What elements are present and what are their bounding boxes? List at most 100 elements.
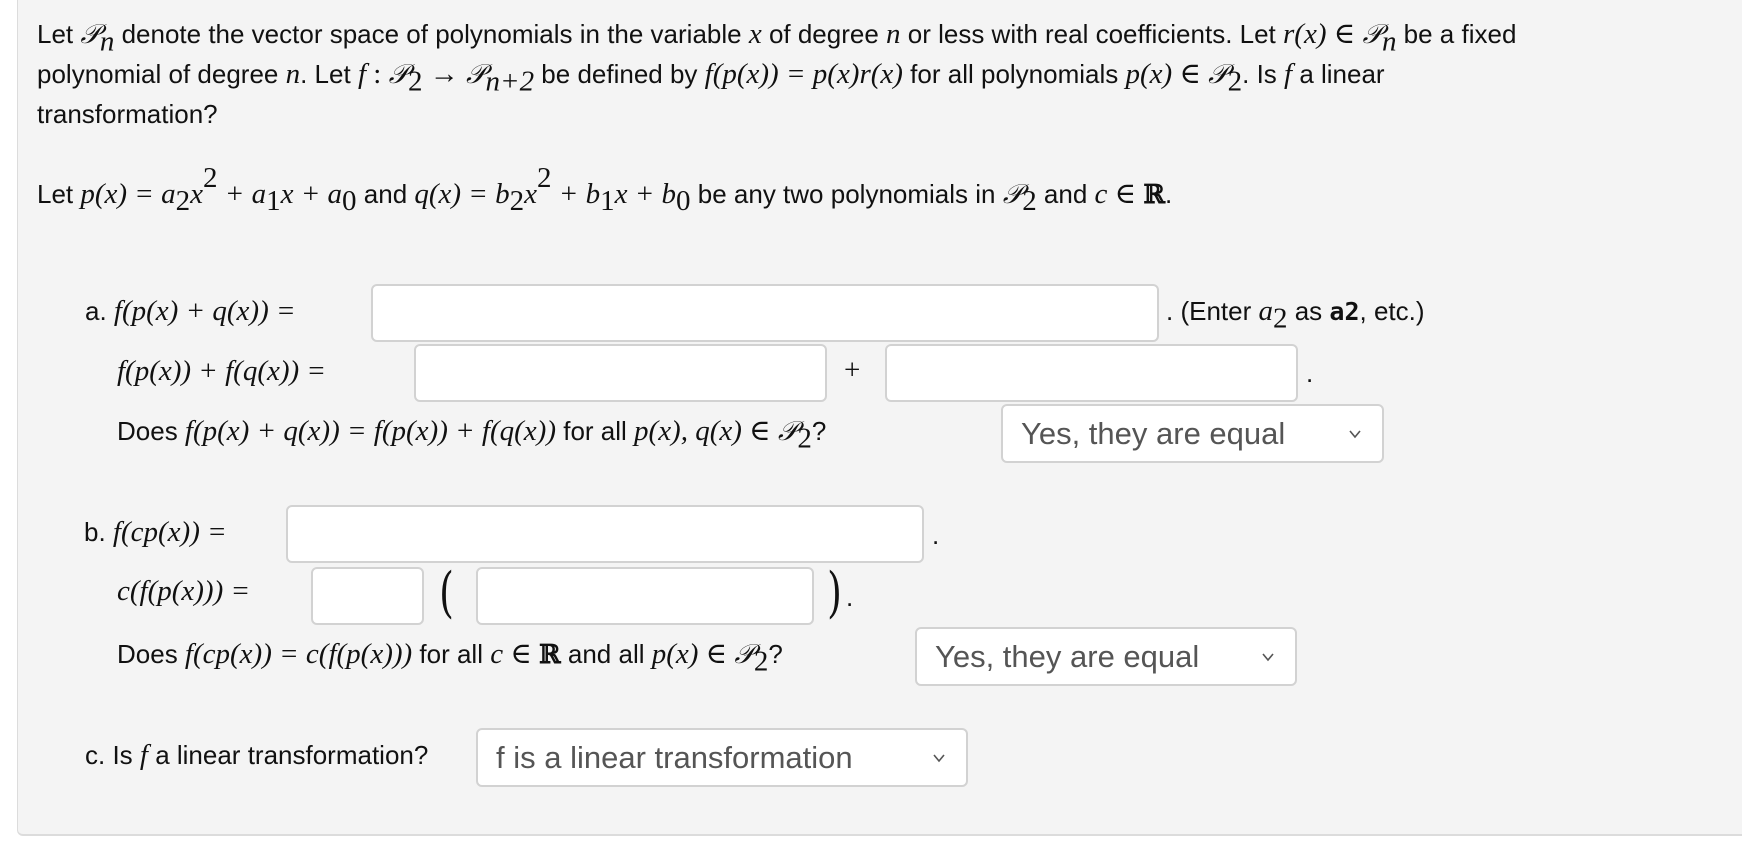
f-of-p-times-c-input[interactable] <box>476 567 814 625</box>
text: and <box>356 178 415 209</box>
math-subscript: 2 <box>753 645 769 678</box>
math-var: x <box>190 177 204 210</box>
math-var: x <box>748 18 762 50</box>
enter-hint: . (Enter a2 as a2, etc.) <box>1166 295 1425 333</box>
math-var: c <box>1094 177 1108 210</box>
math-subscript: n <box>1381 25 1397 58</box>
text: as <box>1287 296 1330 326</box>
math-expr: f(p(x) + q(x)) = <box>113 295 296 327</box>
math-expr: p(x), q(x) <box>634 415 742 447</box>
math-op: ∈ <box>698 638 735 670</box>
math-op: ∈ <box>1107 177 1144 210</box>
math-exponent: 2 <box>203 162 218 194</box>
text: for all polynomials <box>902 59 1126 89</box>
period: . <box>1306 358 1314 388</box>
intro-line-2: polynomial of degree n. Let f : 𝒫2 → 𝒫n+… <box>37 58 1385 96</box>
math-expr: f(cp(x)) = <box>112 516 227 548</box>
math-op: ∈ <box>503 638 540 670</box>
linear-transformation-select[interactable]: f is a linear transformation <box>476 728 968 787</box>
math-symbol: 𝒫 <box>1362 19 1382 50</box>
math-symbol: 𝒫 <box>466 59 486 90</box>
part-b-question: Does f(cp(x)) = c(f(p(x))) for all c ∈ ℝ… <box>117 638 783 676</box>
math-subscript: n <box>99 25 115 58</box>
part-c-question: c. Is f a linear transformation? <box>85 740 428 770</box>
part-c-label: c. Is <box>85 740 140 770</box>
math-expr: p(x) <box>1125 58 1173 90</box>
math-op: ∈ <box>1172 58 1209 90</box>
part-b-lhs: b. f(cp(x)) = <box>84 517 227 547</box>
right-paren: ) <box>827 561 842 624</box>
math-symbol: 𝒫 <box>1208 59 1228 90</box>
text: Does <box>117 639 185 669</box>
text: Let <box>37 19 81 49</box>
intro-line-3: transformation? <box>37 99 218 129</box>
math-expr: + a <box>217 177 267 210</box>
math-exponent: 2 <box>537 162 552 194</box>
math-op: → <box>422 58 467 90</box>
math-var: f <box>1284 58 1293 90</box>
plus-sign: + <box>844 354 861 386</box>
text: Let <box>37 178 81 209</box>
text: . Let <box>300 59 358 89</box>
setup-line: Let p(x) = a2x2 + a1x + a0 and q(x) = b2… <box>37 164 1172 216</box>
math-expr: x + a <box>280 177 343 210</box>
math-expr: r(x) <box>1283 18 1327 50</box>
math-var: f <box>357 58 366 90</box>
period: . <box>932 520 940 550</box>
math-symbol: 𝒫 <box>1002 178 1023 210</box>
math-subscript: 2 <box>1227 65 1243 98</box>
math-subscript: 0 <box>342 185 357 218</box>
math-symbol: 𝒫 <box>388 59 409 90</box>
math-subscript: 1 <box>266 185 281 218</box>
part-a-question: Does f(p(x) + q(x)) = f(p(x)) + f(q(x)) … <box>117 415 826 453</box>
math-var: x <box>524 177 538 210</box>
math-var: c <box>490 638 504 670</box>
text: for all <box>412 639 491 669</box>
c-times-f-lhs: c(f(p(x))) = <box>117 576 250 606</box>
math-var: a <box>1258 295 1273 327</box>
math-subscript: 2 <box>1022 185 1037 218</box>
additivity-select[interactable]: Yes, they are equal <box>1001 404 1384 463</box>
f-of-p-input[interactable] <box>414 344 827 402</box>
part-a-label: a. <box>85 296 114 326</box>
f-of-sum-input[interactable] <box>371 284 1159 342</box>
text: for all <box>556 416 635 446</box>
math-expr: f(p(x) + q(x)) = f(p(x)) + f(q(x)) <box>184 415 556 447</box>
math-expr: + b <box>551 177 601 210</box>
f-of-cp-input[interactable] <box>286 505 924 563</box>
text: Does <box>117 416 185 446</box>
text: and <box>1036 178 1095 209</box>
homogeneity-select[interactable]: Yes, they are equal <box>915 627 1297 686</box>
math-var: f <box>139 739 148 771</box>
text: a linear <box>1292 59 1385 89</box>
text: be any two polynomials in <box>690 178 1003 209</box>
select-value: Yes, they are equal <box>1021 415 1286 451</box>
math-op: ∈ <box>1326 18 1363 50</box>
math-subscript: 2 <box>509 185 525 218</box>
part-b-label: b. <box>84 517 113 547</box>
scalar-input[interactable] <box>311 567 424 625</box>
text: and all <box>560 639 652 669</box>
math-symbol: 𝒫 <box>734 639 754 670</box>
select-value: f is a linear transformation <box>496 739 853 775</box>
math-subscript: 0 <box>676 185 691 218</box>
text: a linear transformation? <box>147 740 429 770</box>
math-expr: c(f(p(x))) = <box>117 575 251 607</box>
period: . <box>846 582 854 612</box>
math-symbol: ℝ <box>1143 179 1165 210</box>
text: . Is <box>1242 59 1285 89</box>
math-symbol: 𝒫 <box>777 416 798 447</box>
select-value: Yes, they are equal <box>935 638 1200 674</box>
math-subscript: n+2 <box>485 65 535 98</box>
hint-example: a2 <box>1329 297 1360 326</box>
math-subscript: 2 <box>797 422 812 455</box>
math-expr: f(p(x)) = p(x)r(x) <box>704 58 903 90</box>
math-expr: p(x) = a <box>80 177 176 210</box>
left-paren: ( <box>439 561 454 624</box>
math-expr: p(x) <box>651 638 699 670</box>
text: . (Enter <box>1166 296 1259 326</box>
f-of-q-input[interactable] <box>885 344 1298 402</box>
math-expr: q(x) = b <box>414 177 510 210</box>
math-op: : <box>366 58 389 90</box>
math-var: n <box>886 18 901 50</box>
